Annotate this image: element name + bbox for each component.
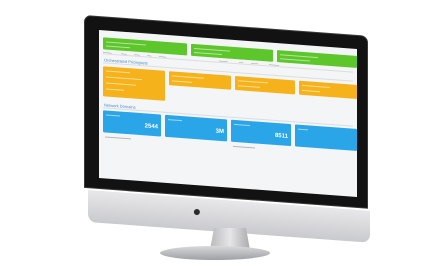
tab-7[interactable]: ━━━ — [239, 61, 243, 64]
tab-8[interactable]: ━━━━━ — [251, 62, 258, 66]
warning-card-4[interactable] — [299, 80, 357, 99]
stat-value-1: 2544 — [144, 123, 158, 131]
tab-1[interactable]: ━━━━━━ — [103, 51, 112, 55]
warning-card-2[interactable] — [169, 71, 231, 90]
tab-4[interactable]: ━━━ — [147, 55, 151, 58]
stats-footer-link-2[interactable] — [233, 145, 255, 148]
stat-card-4[interactable] — [295, 124, 357, 151]
apple-logo-icon: ● — [192, 203, 202, 219]
warning-card-3[interactable] — [235, 75, 295, 95]
stat-value-2: 3M — [215, 128, 224, 136]
tab-5[interactable]: ━━━━━ — [159, 55, 166, 59]
stat-card-1[interactable]: 2544 — [103, 110, 161, 137]
tab-6[interactable]: ━━━━━━ — [219, 60, 228, 64]
dashboard-screen: ━━━━━━ ━━━━ ━━━━ ━━━ ━━━━━ ━━━━━━ ━━━ ━━… — [99, 30, 357, 197]
stats-footer-link-1[interactable] — [105, 136, 131, 139]
tab-2[interactable]: ━━━━ — [121, 53, 127, 56]
stat-card-3[interactable]: 8511 — [231, 119, 291, 147]
imac-mockup: ━━━━━━ ━━━━ ━━━━ ━━━ ━━━━━ ━━━━━━ ━━━ ━━… — [0, 0, 430, 280]
tab-9[interactable]: ━━━━━━━ — [269, 63, 279, 67]
stat-value-3: 8511 — [274, 132, 288, 140]
stat-card-2[interactable]: 3M — [165, 114, 227, 142]
tab-3[interactable]: ━━━━ — [134, 54, 140, 57]
warning-card-1[interactable] — [103, 66, 165, 101]
monitor-stand-foot — [160, 246, 270, 260]
